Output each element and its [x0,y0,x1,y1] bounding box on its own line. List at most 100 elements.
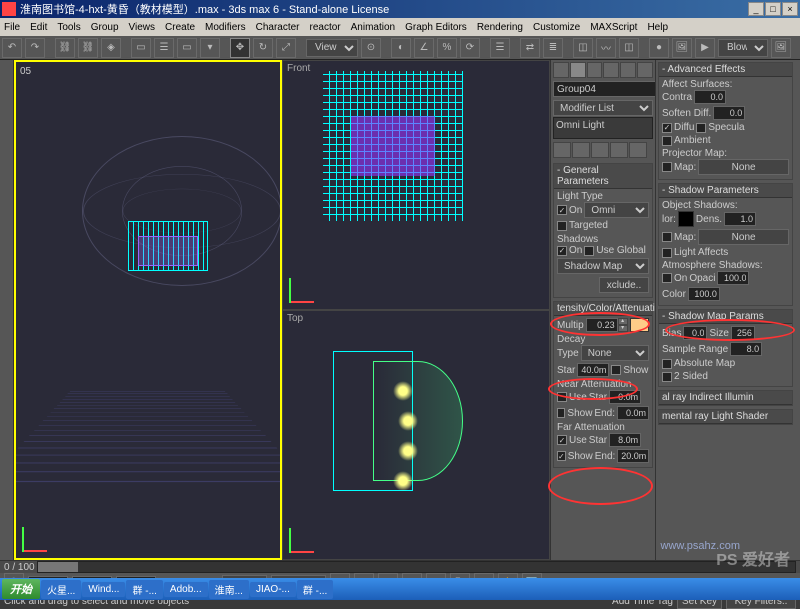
remove-mod-button[interactable] [610,142,628,158]
taskbar-item[interactable]: Adob... [164,582,208,597]
opacity-spinner[interactable] [717,271,749,285]
density-spinner[interactable] [724,212,756,226]
rollout-header[interactable]: al ray Indirect Illumin [659,391,792,405]
multiplier-spinner[interactable] [586,318,618,332]
link-button[interactable]: ⛓ [55,38,75,58]
unlink-button[interactable]: ⛓ [78,38,98,58]
menu-animation[interactable]: Animation [351,22,395,33]
menu-tools[interactable]: Tools [57,22,80,33]
menu-rendering[interactable]: Rendering [477,22,523,33]
rollout-header[interactable]: tensity/Color/Attenuati [554,302,652,316]
rollout-header[interactable]: mental ray Light Shader [659,410,792,424]
layers-button[interactable]: ◫ [573,38,593,58]
shadow-map-button[interactable]: None [698,229,789,245]
taskbar-item[interactable]: 淮南... [209,580,249,599]
menu-help[interactable]: Help [647,22,668,33]
motion-tab[interactable] [603,62,619,78]
targeted-checkbox[interactable] [557,221,567,231]
show-end-button[interactable] [572,142,590,158]
stack-item[interactable]: Omni Light [556,120,650,131]
menu-customize[interactable]: Customize [533,22,580,33]
undo-button[interactable]: ↶ [2,38,22,58]
menu-character[interactable]: Character [256,22,300,33]
menu-modifiers[interactable]: Modifiers [205,22,246,33]
utilities-tab[interactable] [637,62,653,78]
menu-reactor[interactable]: reactor [310,22,341,33]
time-slider[interactable] [37,561,796,573]
viewport-perspective[interactable]: 05 [14,60,282,560]
light-type-dropdown[interactable]: Omni [584,202,649,218]
menu-file[interactable]: File [4,22,20,33]
curve-editor-button[interactable]: 〰 [596,38,616,58]
rotate-button[interactable]: ↻ [253,38,273,58]
atmos-on-checkbox[interactable] [662,273,672,283]
near-show-checkbox[interactable] [557,408,565,418]
light-affects-checkbox[interactable] [662,248,672,258]
taskbar-item[interactable]: 群 -... [126,580,162,599]
spinner-up[interactable]: ▴ [618,318,628,325]
select-filter-button[interactable]: ▾ [200,38,220,58]
scale-button[interactable]: ⤢ [276,38,296,58]
select-button[interactable]: ▭ [131,38,151,58]
far-end-spinner[interactable] [617,449,649,463]
select-rect-button[interactable]: ▭ [177,38,197,58]
percent-snap-button[interactable]: % [437,38,457,58]
start-button[interactable]: 开始 [2,579,40,599]
shadow-color-swatch[interactable] [678,211,694,227]
soften-spinner[interactable] [713,106,745,120]
taskbar-item[interactable]: 火星... [41,580,81,599]
menu-maxscript[interactable]: MAXScript [590,22,637,33]
taskbar-item[interactable]: JIAO-... [250,582,296,597]
modifier-list-dropdown[interactable]: Modifier List [553,100,653,116]
viewport-front[interactable]: Front [282,60,550,310]
two-sided-checkbox[interactable] [662,372,672,382]
taskbar-item[interactable]: Wind... [82,582,125,597]
specular-checkbox[interactable] [696,123,706,133]
snap-button[interactable]: ◐ [391,38,411,58]
near-use-checkbox[interactable] [557,392,567,402]
shadows-on-checkbox[interactable]: ✓ [557,246,567,256]
move-button[interactable]: ✥ [230,38,250,58]
render-type-dropdown[interactable]: Blowup [718,39,768,57]
decay-show-checkbox[interactable] [611,365,621,375]
taskbar-item[interactable]: 群 -... [297,580,333,599]
far-use-checkbox[interactable]: ✓ [557,435,567,445]
menu-create[interactable]: Create [165,22,195,33]
config-sets-button[interactable] [629,142,647,158]
near-start-spinner[interactable] [609,390,641,404]
create-tab[interactable] [553,62,569,78]
rollout-header[interactable]: - Advanced Effects [659,63,792,77]
unique-button[interactable] [591,142,609,158]
quick-render-button[interactable]: ▶ [695,38,715,58]
decay-type-dropdown[interactable]: None [581,345,649,361]
far-show-checkbox[interactable]: ✓ [557,451,566,461]
maximize-button[interactable]: □ [765,2,781,16]
shadow-map-checkbox[interactable] [662,232,672,242]
viewport-top[interactable]: Top [282,310,550,560]
pin-stack-button[interactable] [553,142,571,158]
shadow-type-dropdown[interactable]: Shadow Map [557,258,649,274]
size-spinner[interactable] [731,326,755,340]
proj-map-button[interactable]: None [698,159,789,175]
select-name-button[interactable]: ☰ [154,38,174,58]
modifier-stack[interactable]: Omni Light [553,117,653,139]
render-button[interactable]: 🖼 [771,38,791,58]
menu-edit[interactable]: Edit [30,22,47,33]
use-global-checkbox[interactable] [584,246,594,256]
rollout-header[interactable]: - General Parameters [554,164,652,189]
material-button[interactable]: ● [649,38,669,58]
angle-snap-button[interactable]: ∠ [414,38,434,58]
ambient-checkbox[interactable] [662,136,672,146]
pivot-button[interactable]: ⊙ [361,38,381,58]
proj-map-checkbox[interactable] [662,162,672,172]
menu-views[interactable]: Views [129,22,156,33]
hierarchy-tab[interactable] [587,62,603,78]
near-end-spinner[interactable] [617,406,649,420]
render-scene-button[interactable]: 🖼 [672,38,692,58]
bias-spinner[interactable] [683,326,707,340]
redo-button[interactable]: ↷ [25,38,45,58]
modify-tab[interactable] [570,62,586,78]
menu-group[interactable]: Group [91,22,119,33]
spinner-snap-button[interactable]: ⟳ [460,38,480,58]
spinner-down[interactable]: ▾ [618,325,628,332]
